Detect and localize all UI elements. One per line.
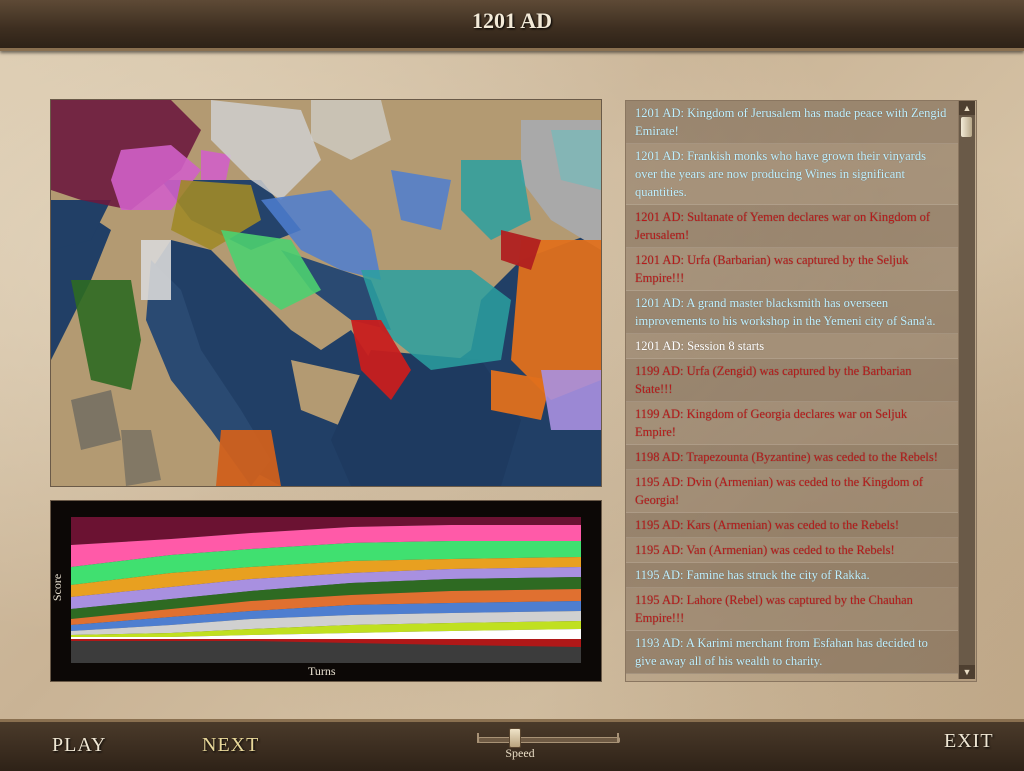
log-entry: 1201 AD: Session 8 starts: [626, 334, 958, 359]
log-entry: 1198 AD: Trapezounta (Byzantine) was ced…: [626, 445, 958, 470]
score-graph-canvas: [71, 517, 581, 663]
log-entry: 1201 AD: A grand master blacksmith has o…: [626, 291, 958, 334]
speed-slider-knob[interactable]: [509, 728, 521, 748]
speed-tick-min: [477, 733, 479, 743]
log-entry: 1201 AD: Urfa (Barbarian) was captured b…: [626, 248, 958, 291]
speed-tick-max: [617, 733, 619, 743]
log-entry: 1199 AD: Kingdom of Georgia declares war…: [626, 402, 958, 445]
speed-label: Speed: [505, 746, 535, 760]
log-entry: 1199 AD: Urfa (Zengid) was captured by t…: [626, 359, 958, 402]
next-button[interactable]: NEXT: [202, 734, 259, 757]
score-graph: [50, 500, 602, 682]
log-entry: 1195 AD: Lahore (Rebel) was captured by …: [626, 588, 958, 631]
event-log-scrollbar[interactable]: ▲ ▼: [958, 101, 975, 679]
world-map[interactable]: [50, 99, 602, 487]
map-terrain: [51, 100, 601, 486]
log-entry: 1201 AD: Sultanate of Yemen declares war…: [626, 205, 958, 248]
play-button[interactable]: PLAY: [52, 734, 106, 757]
page-title: 1201 AD: [471, 8, 553, 33]
event-log-list[interactable]: 1201 AD: Kingdom of Jerusalem has made p…: [626, 101, 958, 679]
graph-y-label: Score: [50, 573, 65, 602]
log-entry: 1201 AD: Frankish monks who have grown t…: [626, 144, 958, 205]
log-entry: 1193 AD: A Karimi merchant from Esfahan …: [626, 631, 958, 674]
scroll-down-icon[interactable]: ▼: [959, 665, 975, 679]
log-entry: 1201 AD: Kingdom of Jerusalem has made p…: [626, 101, 958, 144]
log-entry: 1195 AD: Kars (Armenian) was ceded to th…: [626, 513, 958, 538]
log-entry: 1195 AD: Van (Armenian) was ceded to the…: [626, 538, 958, 563]
speed-slider-track[interactable]: [478, 737, 620, 743]
log-entry: 1195 AD: Dvin (Armenian) was ceded to th…: [626, 470, 958, 513]
exit-button[interactable]: EXIT: [944, 730, 994, 753]
scroll-up-icon[interactable]: ▲: [959, 101, 975, 115]
scroll-thumb[interactable]: [961, 117, 972, 137]
graph-x-label: Turns: [308, 664, 336, 678]
log-entry: 1195 AD: Famine has struck the city of R…: [626, 563, 958, 588]
